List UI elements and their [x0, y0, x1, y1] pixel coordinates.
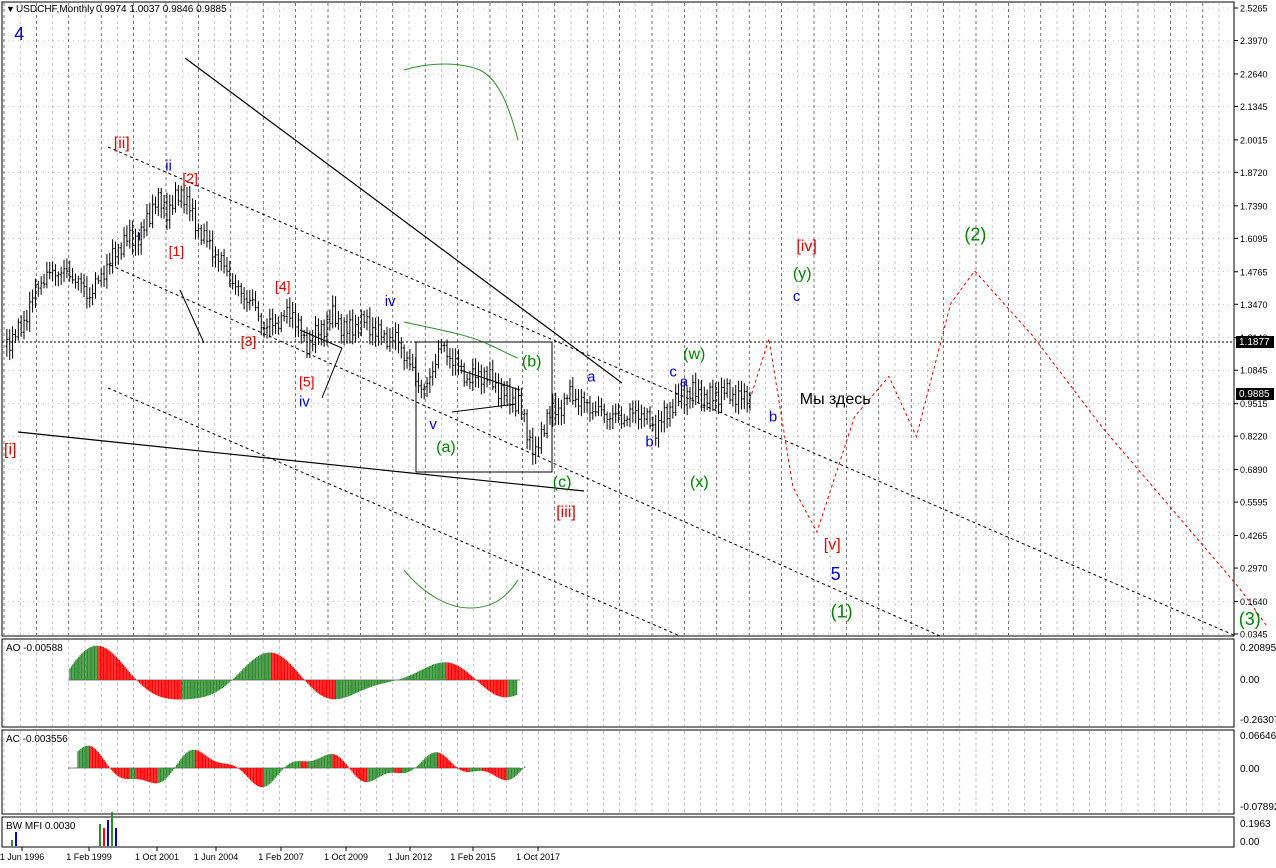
wave-label: [i] — [4, 441, 16, 458]
wave-label: 5 — [831, 564, 841, 584]
wave-label: 4 — [14, 24, 24, 44]
x-tick-label: 1 Oct 2017 — [516, 852, 560, 862]
wave-label: [5] — [299, 373, 315, 389]
chart-canvas: 43[i][ii]ii[2]i[1][4][3][5]ivivv(a)(b)(c… — [0, 0, 1276, 868]
wave-label: [2] — [182, 170, 198, 186]
ac-tick-zero: 0.00 — [1240, 764, 1260, 775]
y-tick-label: 0.8220 — [1240, 432, 1268, 442]
y-tick-label: 2.5265 — [1240, 4, 1268, 14]
ohlc-values: 0.9974 1.0037 0.9846 0.9885 — [96, 4, 227, 15]
x-tick-label: 1 Jun 2012 — [388, 852, 433, 862]
current-price-text: 0.9885 — [1239, 389, 1270, 400]
wave-label: iv — [385, 293, 396, 310]
wave-label: [3] — [241, 333, 257, 349]
wave-label: [iv] — [796, 238, 816, 255]
x-tick-label: 1 Feb 2015 — [450, 852, 496, 862]
symbol-title: USDCHF,Monthly — [16, 4, 94, 15]
wave-label: (c) — [553, 474, 572, 491]
y-tick-label: 0.0345 — [1240, 630, 1268, 640]
wave-label: Мы здесь — [800, 391, 871, 408]
wave-label: a — [680, 373, 689, 390]
y-tick-label: 2.2640 — [1240, 69, 1268, 79]
wave-label: (2) — [964, 225, 986, 245]
wave-label: i — [138, 228, 141, 245]
wave-label: ii — [165, 157, 172, 174]
bwmfi-tick-zero: 0.00 — [1240, 837, 1260, 848]
y-tick-label: 1.6095 — [1240, 234, 1268, 244]
y-tick-label: 1.8720 — [1240, 168, 1268, 178]
wave-label: (3) — [1239, 609, 1261, 629]
x-tick-label: 1 Jun 2004 — [194, 852, 239, 862]
y-tick-label: 1.3470 — [1240, 300, 1268, 310]
ao-tick-bottom: -0.26307 — [1240, 715, 1276, 726]
wave-label: [ii] — [114, 135, 130, 152]
x-tick-label: 1 Feb 1999 — [66, 852, 112, 862]
x-tick-label: 1 Jun 1996 — [0, 852, 44, 862]
x-tick-label: 1 Oct 2009 — [324, 852, 368, 862]
level-tag-text: 1.1877 — [1239, 337, 1270, 348]
y-tick-label: 2.3970 — [1240, 36, 1268, 46]
x-tick-label: 1 Oct 2001 — [135, 852, 179, 862]
y-tick-label: 2.1345 — [1240, 102, 1268, 112]
y-tick-label: 0.1640 — [1240, 597, 1268, 607]
ac-label: AC -0.003556 — [6, 734, 68, 745]
wave-label: c — [669, 363, 677, 380]
wave-label: c — [793, 288, 801, 305]
wave-label: (1) — [831, 602, 853, 622]
y-tick-label: 0.6890 — [1240, 465, 1268, 475]
y-tick-label: 0.5595 — [1240, 498, 1268, 508]
y-tick-label: 0.9515 — [1240, 399, 1268, 409]
wave-label: b — [645, 434, 653, 451]
y-tick-label: 1.7390 — [1240, 201, 1268, 211]
wave-label: (b) — [522, 353, 542, 370]
y-tick-label: 1.0845 — [1240, 366, 1268, 376]
wave-label: [v] — [824, 537, 841, 554]
ao-tick-zero: 0.00 — [1240, 675, 1260, 686]
y-tick-label: 0.2970 — [1240, 564, 1268, 574]
bwmfi-tick-top: 0.1963 — [1240, 819, 1271, 830]
ao-label: AO -0.00588 — [6, 643, 63, 654]
wave-label: (w) — [683, 346, 705, 363]
collapse-icon[interactable]: ▼ — [6, 4, 15, 14]
wave-label: v — [429, 416, 437, 433]
x-tick-label: 1 Feb 2007 — [258, 852, 304, 862]
wave-label: iv — [299, 394, 310, 411]
wave-label: [1] — [169, 243, 185, 259]
y-tick-label: 0.4265 — [1240, 531, 1268, 541]
wave-label: (y) — [793, 265, 812, 282]
wave-label: (a) — [436, 439, 456, 456]
wave-label: b — [769, 409, 777, 426]
wave-label: a — [587, 368, 596, 385]
ac-tick-top: 0.06646 — [1240, 731, 1276, 742]
wave-label: (x) — [690, 474, 709, 491]
bwmfi-label: BW MFI 0.0030 — [6, 821, 76, 832]
wave-label: [iii] — [556, 504, 576, 521]
ao-tick-top: 0.20895 — [1240, 643, 1276, 654]
y-tick-label: 2.0015 — [1240, 135, 1268, 145]
ac-tick-bottom: -0.07892 — [1240, 802, 1276, 813]
y-tick-label: 1.4765 — [1240, 267, 1268, 277]
wave-label: [4] — [275, 278, 291, 294]
